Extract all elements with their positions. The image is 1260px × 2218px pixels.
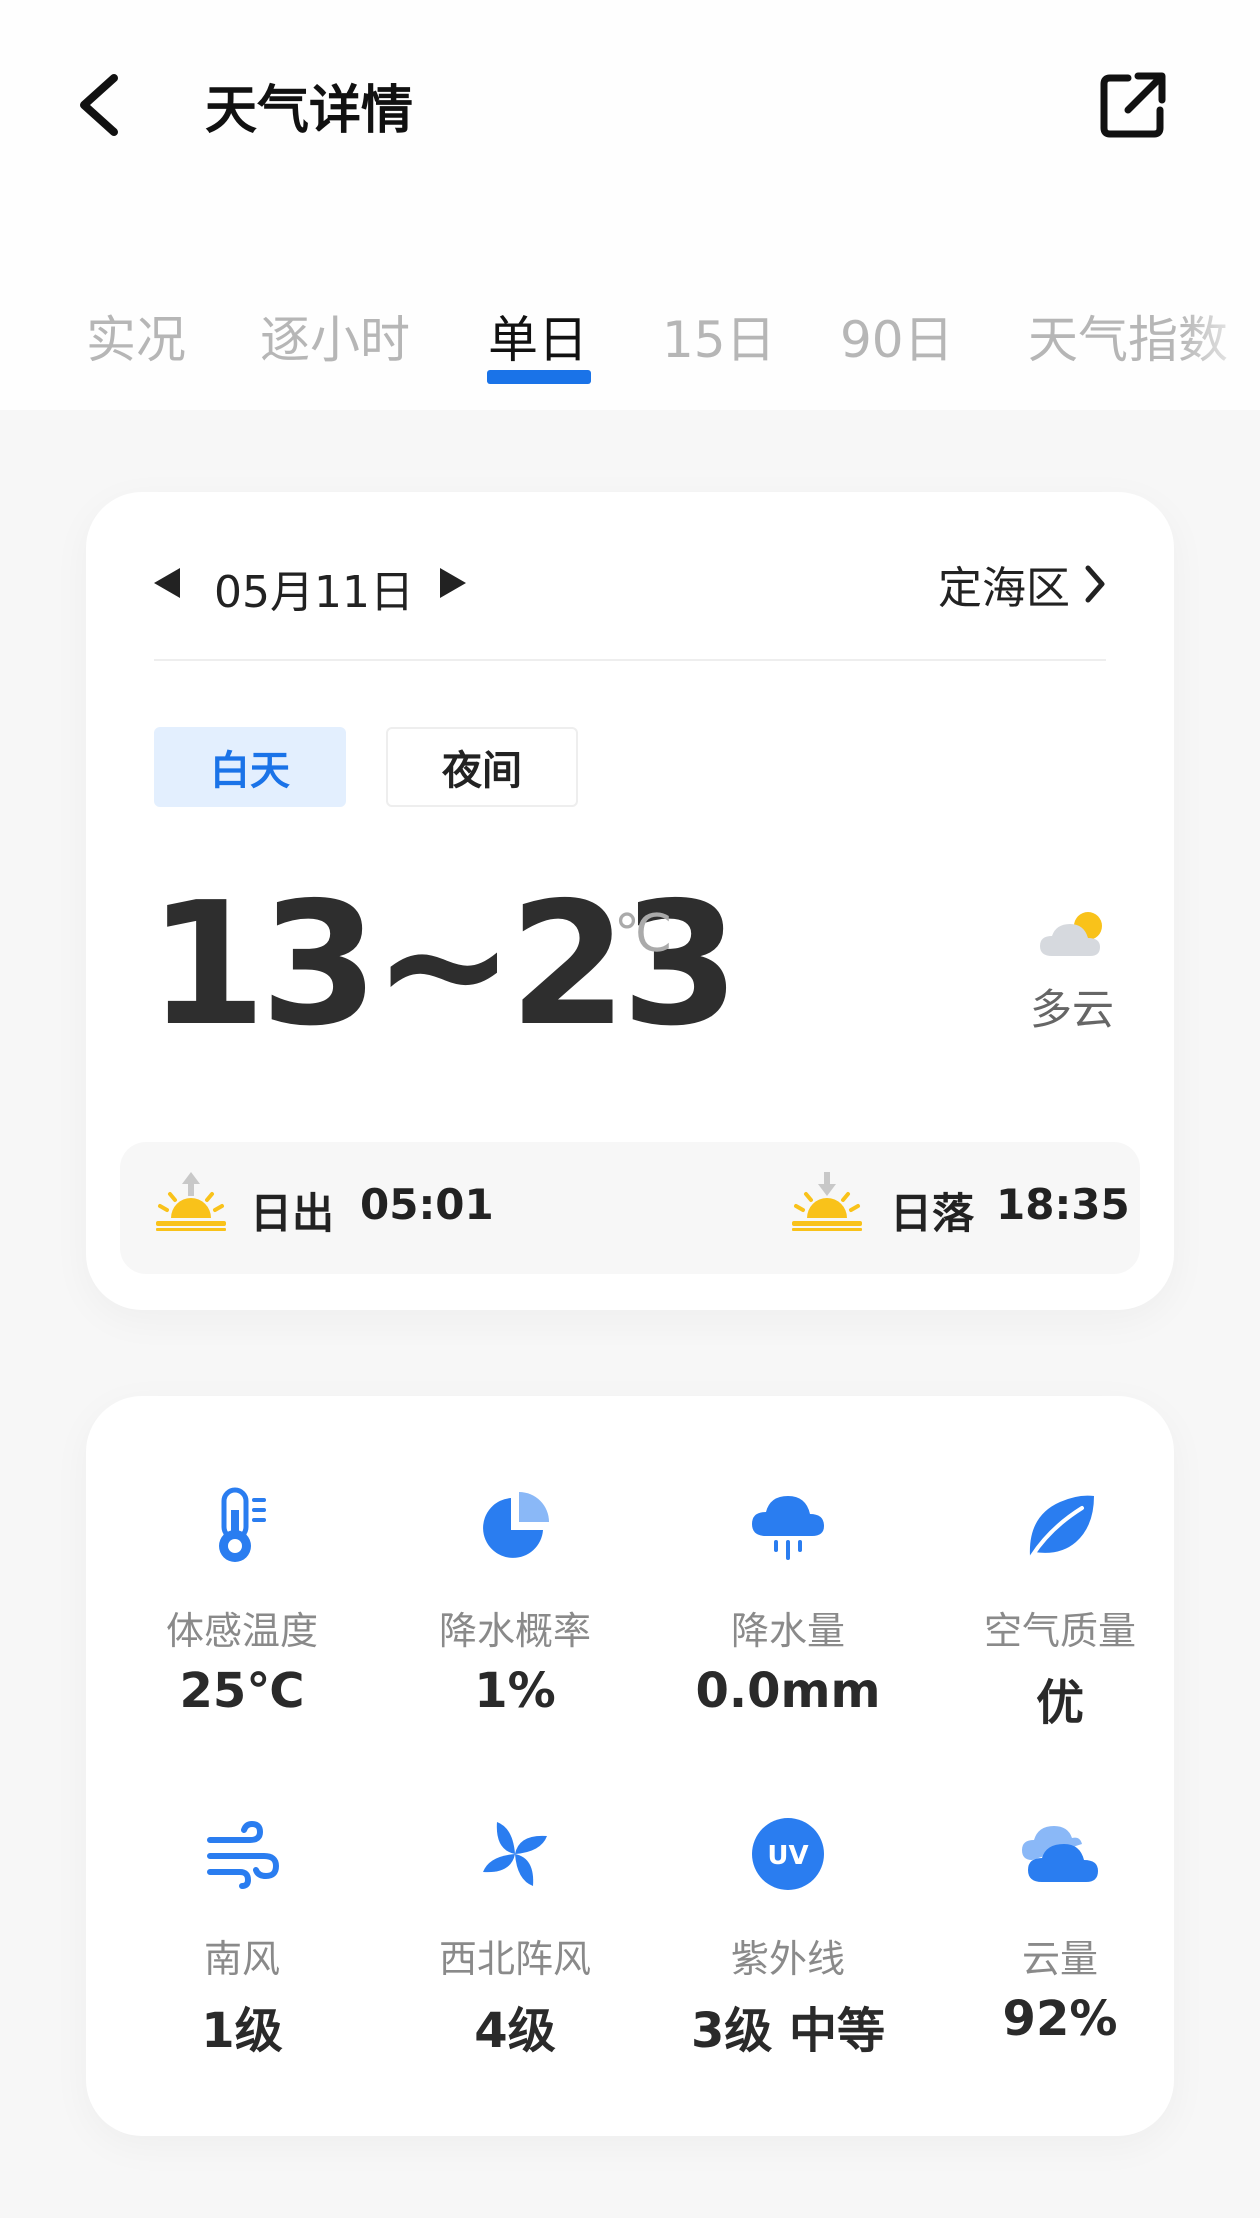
next-day-icon[interactable] [440, 568, 466, 598]
thermometer-icon [219, 1487, 266, 1562]
sunrise-icon [156, 1172, 226, 1231]
sun-times-bar: 日出 05:01 日落 18:35 [120, 1142, 1140, 1274]
day-forecast-card: 05月11日 定海区 白天 夜间 13~23 ℃ 多云 日出 05:01 日落 … [86, 492, 1174, 1310]
location-label: 定海区 [938, 563, 1070, 614]
sunset-time: 18:35 [996, 1180, 1130, 1229]
divider [154, 659, 1106, 661]
metric-label: 降水量 [730, 1609, 845, 1653]
condition-label: 多云 [1030, 985, 1115, 1034]
metric-label: 云量 [1021, 1937, 1098, 1981]
metric-label: 降水概率 [438, 1609, 591, 1653]
metric-value: 优 [1035, 1675, 1084, 1731]
metric-gust: 西北阵风 4级 [379, 1814, 651, 2061]
active-tab-indicator [487, 370, 591, 384]
metrics-card: 体感温度 25℃ 降水概率 1% 降水量 0.0mm 空气质量 优 南风 1级 … [86, 1396, 1174, 2136]
rain-cloud-icon [752, 1496, 824, 1560]
metric-label: 体感温度 [165, 1609, 318, 1653]
page-title: 天气详情 [205, 81, 414, 141]
pie-chart-icon [483, 1492, 549, 1558]
metric-value: 3级 中等 [690, 2003, 886, 2059]
metric-precipitation: 降水量 0.0mm [652, 1486, 924, 1719]
cloud-icon [1022, 1826, 1098, 1882]
metric-value: 25℃ [179, 1663, 305, 1719]
metric-precip-probability: 降水概率 1% [379, 1486, 651, 1719]
previous-day-icon[interactable] [154, 568, 180, 598]
metric-label: 紫外线 [730, 1937, 845, 1981]
tab-bar: 实况 逐小时 单日 15日 90日 天气指数 [0, 300, 1260, 390]
sunset-label: 日落 [890, 1189, 975, 1238]
daytime-toggle[interactable]: 白天 [154, 727, 346, 807]
metric-feels-like: 体感温度 25℃ [106, 1486, 378, 1719]
temperature-unit: ℃ [614, 904, 673, 964]
date-selector: 05月11日 定海区 [154, 550, 1106, 620]
metric-cloud-cover: 云量 92% [924, 1814, 1196, 2047]
partly-cloudy-icon [1040, 912, 1102, 956]
share-icon[interactable] [1098, 70, 1168, 140]
metric-value: 92% [1002, 1991, 1118, 2047]
wind-icon [207, 1820, 280, 1889]
metric-air-quality: 空气质量 优 [924, 1486, 1196, 1733]
metric-label: 空气质量 [983, 1609, 1136, 1653]
nighttime-toggle[interactable]: 夜间 [386, 727, 578, 807]
metric-uv: UV 紫外线 3级 中等 [652, 1814, 924, 2061]
tab-hourly[interactable]: 逐小时 [260, 300, 410, 372]
chevron-right-icon [1085, 565, 1105, 603]
tab-90-day[interactable]: 90日 [840, 300, 954, 372]
back-arrow-icon[interactable] [70, 70, 130, 140]
tab-15-day[interactable]: 15日 [662, 300, 776, 372]
metric-wind: 南风 1级 [106, 1814, 378, 2061]
date-label: 05月11日 [214, 567, 414, 618]
metric-label: 西北阵风 [438, 1937, 591, 1981]
sunrise-label: 日出 [250, 1189, 335, 1238]
leaf-icon [1029, 1495, 1094, 1558]
uv-icon-text: UV [767, 1841, 808, 1871]
sunrise-time: 05:01 [360, 1180, 494, 1229]
metric-value: 1% [474, 1663, 556, 1719]
sunset-icon [792, 1172, 862, 1231]
metric-value: 4级 [474, 2003, 556, 2059]
pinwheel-icon [483, 1822, 547, 1886]
metric-value: 0.0mm [695, 1663, 881, 1719]
metric-label: 南风 [203, 1937, 280, 1981]
location-selector[interactable]: 定海区 [938, 554, 1106, 614]
tab-single-day[interactable]: 单日 [488, 300, 588, 372]
uv-icon: UV [752, 1818, 824, 1890]
tab-live[interactable]: 实况 [86, 300, 186, 372]
tab-fade [1180, 290, 1260, 390]
metric-value: 1级 [201, 2003, 283, 2059]
